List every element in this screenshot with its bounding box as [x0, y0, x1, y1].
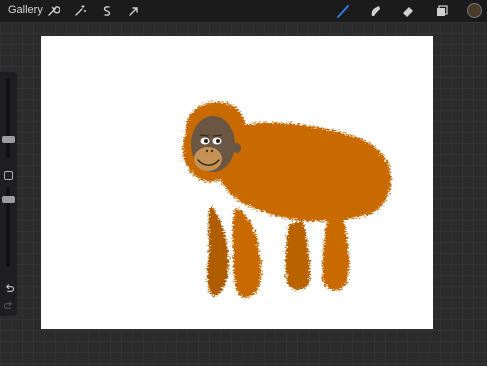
redo-icon	[3, 300, 12, 309]
brush-size-slider[interactable]	[6, 78, 10, 158]
smudge-icon[interactable]	[367, 3, 383, 19]
opacity-slider-thumb[interactable]	[2, 196, 15, 203]
magic-wand-icon[interactable]	[72, 3, 88, 19]
redo-button[interactable]	[3, 300, 14, 311]
selection-icon[interactable]	[99, 3, 115, 19]
layers-icon[interactable]	[434, 3, 450, 19]
color-picker-button[interactable]	[467, 3, 482, 18]
top-toolbar: Gallery	[0, 0, 487, 22]
brush-icon[interactable]	[335, 3, 351, 19]
left-sidebar	[0, 72, 17, 316]
orangutan-illustration	[182, 102, 391, 298]
gallery-button[interactable]: Gallery	[8, 4, 43, 16]
modify-button[interactable]	[4, 171, 13, 180]
eraser-icon[interactable]	[400, 3, 416, 19]
undo-icon	[5, 283, 14, 292]
drawing-canvas[interactable]	[41, 36, 433, 329]
transform-icon[interactable]	[126, 3, 142, 19]
wrench-icon[interactable]	[45, 3, 61, 19]
brush-size-slider-thumb[interactable]	[2, 136, 15, 143]
undo-button[interactable]	[3, 283, 14, 294]
